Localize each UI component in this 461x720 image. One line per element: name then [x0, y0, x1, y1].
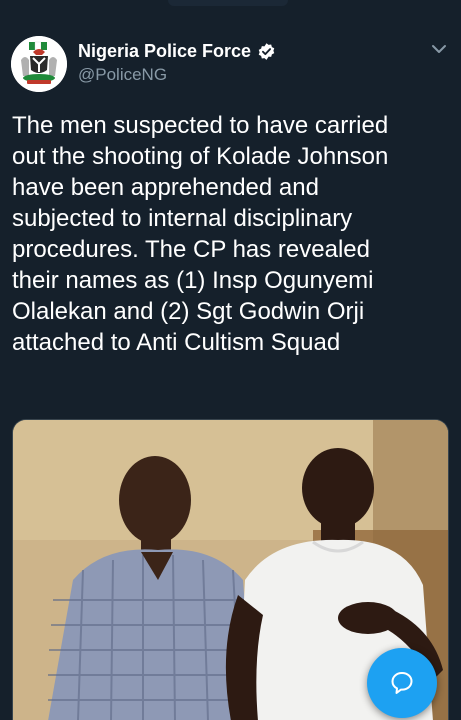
avatar[interactable] — [11, 36, 67, 92]
tweet-card[interactable]: Nigeria Police Force @PoliceNG The men s… — [0, 0, 461, 720]
author-name[interactable]: Nigeria Police Force — [78, 41, 251, 62]
nigeria-coat-of-arms-icon — [11, 36, 67, 92]
chevron-down-icon[interactable] — [428, 38, 450, 60]
author-name-row[interactable]: Nigeria Police Force — [78, 40, 276, 62]
reply-fab-button[interactable] — [367, 648, 437, 718]
tweet-text: The men suspected to have carried out th… — [12, 112, 389, 356]
reply-bubble-icon — [391, 672, 413, 694]
verified-badge-icon — [257, 42, 276, 61]
author-handle[interactable]: @PoliceNG — [78, 65, 167, 85]
